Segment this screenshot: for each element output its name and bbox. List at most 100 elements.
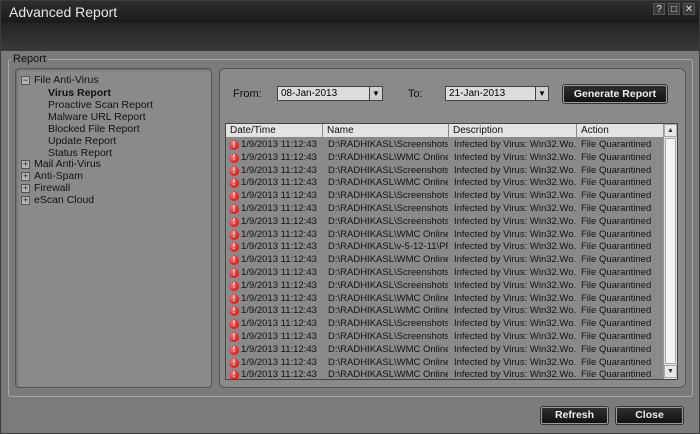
table-row[interactable]: ! 1/9/2013 11:12:43 D:\RADHIKASL\Screensho…	[226, 280, 666, 293]
tree-item-file-anti-virus[interactable]: File Anti-Virus	[34, 74, 99, 86]
cell-name: D:\RADHIKASL\Screenshots\e...	[328, 267, 448, 278]
cell-name: D:\RADHIKASL\WMC Online ...	[328, 228, 448, 240]
chevron-down-icon[interactable]: ▼	[535, 87, 548, 100]
cell-datetime: 1/9/2013 11:12:43	[241, 139, 317, 150]
table-row[interactable]: ! 1/9/2013 11:12:43 D:\RADHIKASL\WMC Onlin…	[226, 177, 666, 190]
cell-name: D:\RADHIKASL\WMC Online ...	[328, 177, 448, 189]
table-row[interactable]: ! 1/9/2013 11:12:43 D:\RADHIKASL\Screensho…	[226, 165, 666, 178]
table-row[interactable]: ! 1/9/2013 11:12:43 D:\RADHIKASL\WMC Onlin…	[226, 152, 666, 165]
from-label: From:	[233, 88, 262, 100]
tree-item-update-report[interactable]: Update Report	[48, 135, 116, 147]
error-icon: !	[229, 306, 239, 317]
tree-item-virus-report[interactable]: Virus Report	[48, 87, 111, 99]
tree-item-mail-anti-virus[interactable]: Mail Anti-Virus	[34, 158, 101, 170]
scroll-up-icon[interactable]: ▲	[664, 124, 677, 137]
cell-name: D:\RADHIKASL\v-5-12-11\PRA...	[328, 241, 448, 253]
scrollbar-thumb[interactable]	[665, 138, 676, 364]
cell-datetime: 1/9/2013 11:12:43	[241, 215, 317, 227]
table-scrollbar[interactable]: ▲ ▼	[663, 124, 677, 379]
column-header-description[interactable]: Description	[449, 124, 577, 138]
tree-item-escan-cloud[interactable]: eScan Cloud	[34, 194, 94, 206]
cell-datetime: 1/9/2013 11:12:43	[241, 203, 317, 214]
expand-icon[interactable]: +	[21, 172, 30, 181]
table-row[interactable]: ! 1/9/2013 11:12:43 D:\RADHIKASL\Screensho…	[226, 331, 666, 344]
table-row[interactable]: ! 1/9/2013 11:12:43 D:\RADHIKASL\WMC Onlin…	[226, 344, 666, 357]
cell-name: D:\RADHIKASL\Screenshots\e...	[328, 139, 448, 150]
cell-datetime: 1/9/2013 11:12:43	[241, 305, 317, 317]
from-date-select[interactable]: 08-Jan-2013 ▼	[277, 86, 383, 101]
expand-icon[interactable]: +	[21, 184, 30, 193]
maximize-icon[interactable]: □	[668, 3, 680, 15]
cell-datetime: 1/9/2013 11:12:43	[241, 241, 317, 253]
cell-datetime: 1/9/2013 11:12:43	[241, 164, 317, 176]
help-icon[interactable]: ?	[653, 3, 665, 15]
table-row[interactable]: ! 1/9/2013 11:12:43 D:\RADHIKASL\Screensho…	[226, 203, 666, 216]
cell-description: Infected by Virus: Win32.Wo...	[454, 203, 576, 214]
table-row[interactable]: ! 1/9/2013 11:12:43 D:\RADHIKASL\WMC Onlin…	[226, 305, 666, 318]
tree-item-firewall[interactable]: Firewall	[34, 182, 70, 194]
error-icon: !	[229, 216, 239, 227]
cell-datetime: 1/9/2013 11:12:43	[241, 356, 317, 368]
cell-action: File Quarantined	[581, 215, 652, 227]
cell-description: Infected by Virus: Win32.Wo...	[454, 190, 576, 202]
cell-action: File Quarantined	[581, 356, 652, 368]
cell-action: File Quarantined	[581, 203, 652, 214]
tree-item-blocked-file-report[interactable]: Blocked File Report	[48, 123, 140, 135]
table-row[interactable]: ! 1/9/2013 11:12:43 D:\RADHIKASL\Screensho…	[226, 318, 666, 331]
cell-name: D:\RADHIKASL\Screenshots\e...	[328, 331, 448, 342]
cell-action: File Quarantined	[581, 151, 652, 163]
column-header-datetime[interactable]: Date/Time	[226, 124, 323, 138]
table-row[interactable]: ! 1/9/2013 11:12:43 D:\RADHIKASL\WMC Onlin…	[226, 229, 666, 242]
generate-report-button[interactable]: Generate Report	[563, 85, 667, 103]
cell-action: File Quarantined	[581, 369, 652, 380]
table-row[interactable]: ! 1/9/2013 11:12:43 D:\RADHIKASL\WMC Onlin…	[226, 369, 666, 380]
table-row[interactable]: ! 1/9/2013 11:12:43 D:\RADHIKASL\Screensho…	[226, 190, 666, 203]
column-header-action[interactable]: Action	[577, 124, 666, 138]
cell-name: D:\RADHIKASL\WMC Online ...	[328, 305, 448, 317]
cell-datetime: 1/9/2013 11:12:43	[241, 318, 317, 330]
table-row[interactable]: ! 1/9/2013 11:12:43 D:\RADHIKASL\v-5-12-11…	[226, 241, 666, 254]
cell-action: File Quarantined	[581, 318, 652, 330]
window-title: Advanced Report	[9, 4, 118, 20]
cell-datetime: 1/9/2013 11:12:43	[241, 292, 317, 304]
cell-description: Infected by Virus: Win32.Wo...	[454, 369, 576, 380]
tree-item-malware-url-report[interactable]: Malware URL Report	[48, 111, 146, 123]
column-header-name[interactable]: Name	[323, 124, 449, 138]
error-icon: !	[229, 229, 239, 240]
expand-icon[interactable]: +	[21, 196, 30, 205]
cell-action: File Quarantined	[581, 343, 652, 355]
cell-description: Infected by Virus: Win32.Wo...	[454, 292, 576, 304]
table-row[interactable]: ! 1/9/2013 11:12:43 D:\RADHIKASL\WMC Onlin…	[226, 357, 666, 370]
cell-name: D:\RADHIKASL\WMC Online ...	[328, 151, 448, 163]
chevron-down-icon[interactable]: ▼	[369, 87, 382, 100]
collapse-icon[interactable]: −	[21, 76, 30, 85]
cell-datetime: 1/9/2013 11:12:43	[241, 151, 317, 163]
table-row[interactable]: ! 1/9/2013 11:12:43 D:\RADHIKASL\WMC Onlin…	[226, 254, 666, 267]
expand-icon[interactable]: +	[21, 160, 30, 169]
cell-datetime: 1/9/2013 11:12:43	[241, 228, 317, 240]
cell-description: Infected by Virus: Win32.Wo...	[454, 151, 576, 163]
tree-item-proactive-scan-report[interactable]: Proactive Scan Report	[48, 99, 153, 111]
title-bar[interactable]: Advanced Report ? □ ✕	[1, 1, 699, 51]
cell-description: Infected by Virus: Win32.Wo...	[454, 177, 576, 189]
table-row[interactable]: ! 1/9/2013 11:12:43 D:\RADHIKASL\WMC Onlin…	[226, 293, 666, 306]
to-date-select[interactable]: 21-Jan-2013 ▼	[445, 86, 549, 101]
close-icon[interactable]: ✕	[683, 3, 695, 15]
error-icon: !	[229, 319, 239, 330]
table-row[interactable]: ! 1/9/2013 11:12:43 D:\RADHIKASL\Screensho…	[226, 139, 666, 152]
close-button[interactable]: Close	[616, 407, 683, 424]
cell-action: File Quarantined	[581, 292, 652, 304]
cell-name: D:\RADHIKASL\Screenshots\e...	[328, 190, 448, 202]
scroll-down-icon[interactable]: ▼	[664, 365, 677, 378]
tree-item-anti-spam[interactable]: Anti-Spam	[34, 170, 83, 182]
error-icon: !	[229, 165, 239, 176]
cell-description: Infected by Virus: Win32.Wo...	[454, 305, 576, 317]
cell-description: Infected by Virus: Win32.Wo...	[454, 228, 576, 240]
to-date-value: 21-Jan-2013	[449, 88, 506, 99]
cell-description: Infected by Virus: Win32.Wo...	[454, 343, 576, 355]
table-row[interactable]: ! 1/9/2013 11:12:43 D:\RADHIKASL\Screensho…	[226, 216, 666, 229]
table-row[interactable]: ! 1/9/2013 11:12:43 D:\RADHIKASL\Screensho…	[226, 267, 666, 280]
cell-name: D:\RADHIKASL\Screenshots\e...	[328, 279, 448, 291]
refresh-button[interactable]: Refresh	[541, 407, 608, 424]
error-icon: !	[229, 255, 239, 266]
